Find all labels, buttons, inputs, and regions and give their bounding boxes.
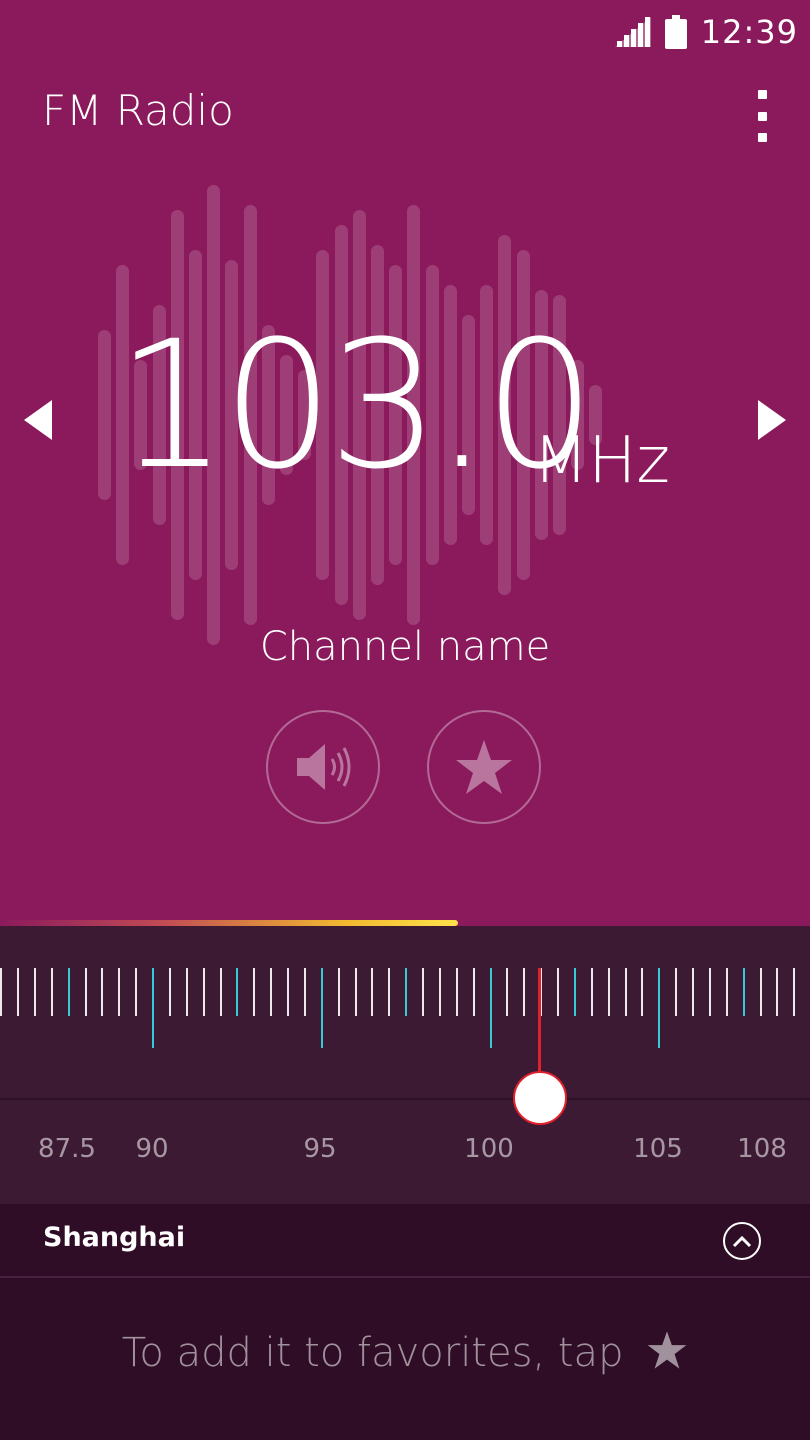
scale-tick bbox=[220, 968, 222, 1016]
status-bar: 12:39 bbox=[614, 10, 798, 54]
scale-tick bbox=[355, 968, 357, 1016]
scale-label: 105 bbox=[633, 1134, 683, 1164]
scale-major-tick bbox=[658, 968, 660, 1048]
scale-tick bbox=[473, 968, 475, 1016]
signal-bars-icon bbox=[614, 17, 651, 47]
scale-tick bbox=[608, 968, 610, 1016]
scale-tick bbox=[692, 968, 694, 1016]
speaker-button[interactable] bbox=[266, 710, 380, 824]
scale-tick bbox=[85, 968, 87, 1016]
scale-tick bbox=[641, 968, 643, 1016]
scale-tick bbox=[51, 968, 53, 1016]
scale-major-tick bbox=[490, 968, 492, 1048]
frequency-tuner[interactable]: 87.5 90 95 100 105 108 bbox=[0, 926, 810, 1204]
channel-name: Channel name bbox=[259, 624, 551, 670]
more-vertical-icon[interactable] bbox=[742, 90, 782, 142]
chevron-up-icon[interactable] bbox=[723, 1222, 761, 1260]
app-title: FM Radio bbox=[42, 86, 234, 135]
scale-tick bbox=[793, 968, 795, 1016]
scale-tick bbox=[523, 968, 525, 1016]
arrow-left-icon[interactable] bbox=[18, 392, 68, 448]
favorite-button[interactable] bbox=[427, 710, 541, 824]
speaker-icon bbox=[297, 744, 351, 790]
tuner-needle bbox=[538, 968, 541, 1078]
scale-tick bbox=[557, 968, 559, 1016]
tuner-scale-ticks bbox=[0, 968, 810, 1058]
scale-tick bbox=[388, 968, 390, 1016]
tuner-divider bbox=[0, 1098, 810, 1100]
star-icon bbox=[647, 1331, 687, 1369]
scale-tick bbox=[439, 968, 441, 1016]
main-panel: 12:39 FM Radio 103.0 MHz Channel name bbox=[0, 0, 810, 926]
scale-tick bbox=[371, 968, 373, 1016]
scale-tick bbox=[186, 968, 188, 1016]
scale-mid-tick bbox=[405, 968, 407, 1016]
scale-mid-tick bbox=[743, 968, 745, 1016]
favorites-hint-text: To add it to favorites, tap bbox=[121, 1330, 624, 1376]
scale-tick bbox=[776, 968, 778, 1016]
scale-tick bbox=[101, 968, 103, 1016]
scale-tick bbox=[304, 968, 306, 1016]
scale-label: 87.5 bbox=[38, 1134, 96, 1164]
scale-tick bbox=[253, 968, 255, 1016]
frequency-display: 103.0 bbox=[116, 303, 596, 508]
scale-tick bbox=[135, 968, 137, 1016]
scale-label: 108 bbox=[737, 1134, 787, 1164]
scale-major-tick bbox=[321, 968, 323, 1048]
scale-tick bbox=[17, 968, 19, 1016]
location-name: Shanghai bbox=[43, 1222, 186, 1253]
scale-tick bbox=[0, 968, 2, 1016]
scale-tick bbox=[169, 968, 171, 1016]
scale-mid-tick bbox=[236, 968, 238, 1016]
frequency-unit: MHz bbox=[533, 424, 670, 498]
scale-tick bbox=[422, 968, 424, 1016]
scale-tick bbox=[270, 968, 272, 1016]
scale-label: 95 bbox=[303, 1134, 337, 1164]
scale-tick bbox=[338, 968, 340, 1016]
favorites-panel: To add it to favorites, tap bbox=[0, 1278, 810, 1440]
scale-mid-tick bbox=[68, 968, 70, 1016]
scale-label: 100 bbox=[464, 1134, 514, 1164]
battery-icon bbox=[664, 15, 687, 49]
scale-tick bbox=[203, 968, 205, 1016]
fm-radio-screen: 12:39 FM Radio 103.0 MHz Channel name 87… bbox=[0, 0, 810, 1440]
scale-tick bbox=[760, 968, 762, 1016]
scale-tick bbox=[675, 968, 677, 1016]
arrow-right-icon[interactable] bbox=[746, 392, 796, 448]
scale-tick bbox=[287, 968, 289, 1016]
tuner-knob[interactable] bbox=[513, 1071, 567, 1125]
waveform-bar bbox=[98, 330, 111, 500]
scale-tick bbox=[591, 968, 593, 1016]
scale-tick bbox=[726, 968, 728, 1016]
scale-tick bbox=[118, 968, 120, 1016]
scale-tick bbox=[34, 968, 36, 1016]
scale-tick bbox=[456, 968, 458, 1016]
scale-tick bbox=[625, 968, 627, 1016]
scale-tick bbox=[709, 968, 711, 1016]
scale-label: 90 bbox=[135, 1134, 169, 1164]
scale-major-tick bbox=[152, 968, 154, 1048]
status-time: 12:39 bbox=[700, 13, 798, 51]
star-icon bbox=[456, 740, 512, 794]
scale-mid-tick bbox=[574, 968, 576, 1016]
favorites-hint: To add it to favorites, tap bbox=[0, 1330, 810, 1376]
scale-tick bbox=[506, 968, 508, 1016]
location-bar[interactable]: Shanghai bbox=[0, 1204, 810, 1276]
